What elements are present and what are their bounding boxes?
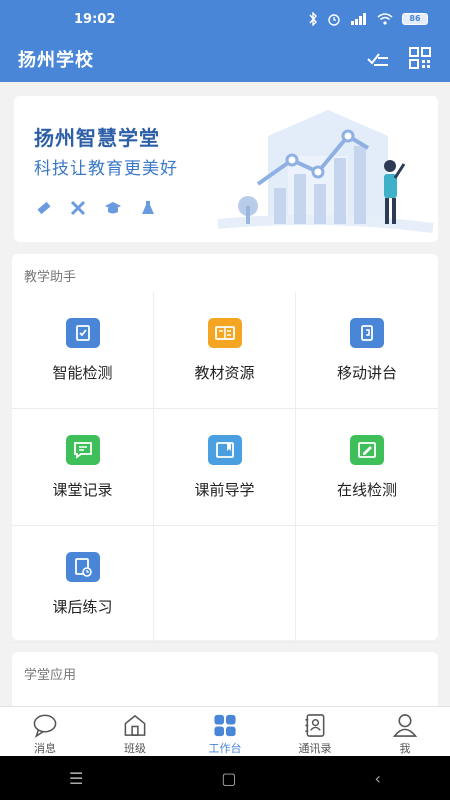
grid-item-class-record[interactable]: 课堂记录	[12, 409, 154, 526]
tab-workbench[interactable]: 工作台	[180, 707, 270, 756]
banner-illustration	[208, 96, 438, 242]
tab-label: 班级	[124, 742, 146, 755]
banner-subtitle: 科技让教育更美好	[34, 159, 178, 179]
banner-mini-icons	[36, 200, 156, 216]
mobile-podium-icon	[350, 317, 384, 348]
smart-test-icon	[65, 317, 100, 348]
grid-item-textbook[interactable]: 教材资源	[154, 292, 296, 409]
contacts-icon	[305, 714, 325, 737]
ruler-icon	[37, 201, 51, 215]
signal-icon	[351, 13, 366, 25]
header-actions	[366, 46, 432, 70]
workbench-icon	[214, 714, 236, 737]
tools-icon	[70, 200, 86, 216]
alarm-icon	[328, 14, 340, 26]
banner-title: 扬州智慧学堂	[34, 126, 160, 150]
battery-indicator: 86	[402, 13, 428, 25]
status-bar: 19:02 86	[0, 0, 450, 38]
status-icons: 86	[308, 12, 428, 26]
grid-item-label: 在线检测	[336, 480, 397, 499]
class-record-icon	[65, 434, 100, 465]
bottom-tab-bar: 消息 班级 工作台 通讯录 我	[0, 706, 450, 756]
teaching-grid: 智能检测 教材资源 移动讲台 课堂记录 课前导学 在线检测 课后练习	[12, 292, 438, 643]
tab-messages[interactable]: 消息	[0, 707, 90, 756]
tab-label: 工作台	[208, 742, 242, 755]
grid-item-pre-class-guide[interactable]: 课前导学	[154, 409, 296, 526]
tab-contacts[interactable]: 通讯录	[270, 707, 360, 756]
bluetooth-icon	[309, 12, 317, 26]
grid-item-homework[interactable]: 课后练习	[12, 526, 154, 643]
tab-class[interactable]: 班级	[90, 707, 180, 756]
tab-profile[interactable]: 我	[360, 707, 450, 756]
grid-item-label: 教材资源	[194, 363, 255, 382]
tab-label: 通讯录	[298, 742, 332, 755]
pre-class-guide-icon	[207, 434, 242, 465]
flask-icon	[142, 201, 154, 214]
grid-item-online-test[interactable]: 在线检测	[296, 409, 438, 526]
grid-item-label: 智能检测	[52, 363, 113, 382]
online-test-icon	[350, 434, 384, 465]
grid-item-smart-test[interactable]: 智能检测	[12, 292, 154, 409]
grid-item-mobile-podium[interactable]: 移动讲台	[296, 292, 438, 409]
tab-label: 消息	[34, 742, 56, 755]
qr-scan-icon[interactable]	[408, 46, 432, 70]
page-title: 扬州学校	[18, 50, 94, 71]
grid-item-label: 课前导学	[194, 480, 255, 499]
grid-empty-cell	[154, 526, 296, 643]
teaching-assistant-card: 教学助手 智能检测 教材资源 移动讲台 课堂记录 课前导学 在线检测 课后练习	[12, 254, 438, 643]
section-title-study: 学堂应用	[24, 668, 77, 683]
menu-icon[interactable]: ☰	[69, 769, 83, 788]
grid-item-label: 移动讲台	[336, 363, 397, 382]
message-icon	[33, 714, 57, 738]
app-screen: 19:02 86 扬州学校 扬州智慧学堂 科技让教育更美好 教学助手 智能检测 …	[0, 0, 450, 800]
grid-empty-cell	[296, 526, 438, 643]
profile-icon	[392, 714, 418, 737]
home-icon[interactable]: ▢	[221, 769, 236, 788]
section-title-teaching: 教学助手	[24, 270, 77, 285]
textbook-icon	[207, 317, 242, 348]
checklist-icon[interactable]	[366, 46, 390, 70]
status-time: 19:02	[74, 12, 116, 27]
wifi-icon	[377, 13, 393, 25]
class-icon	[124, 714, 146, 736]
graduation-cap-icon	[105, 202, 121, 214]
system-nav-bar: ☰ ▢ ‹	[0, 756, 450, 800]
back-icon[interactable]: ‹	[375, 769, 381, 788]
tab-label: 我	[399, 742, 411, 755]
app-header: 19:02 86 扬州学校	[0, 0, 450, 82]
promo-banner[interactable]: 扬州智慧学堂 科技让教育更美好	[14, 96, 438, 242]
grid-item-label: 课后练习	[52, 597, 113, 616]
homework-icon	[65, 551, 100, 582]
grid-item-label: 课堂记录	[52, 480, 113, 499]
